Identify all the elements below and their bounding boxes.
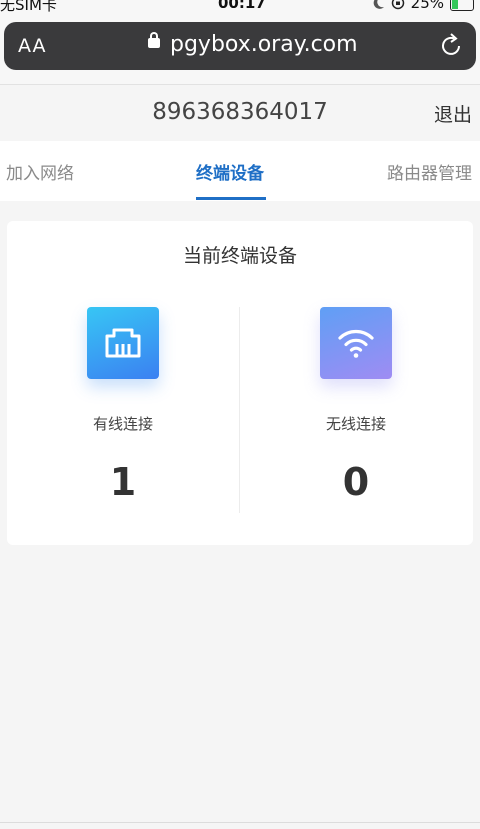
tab-bar: 加入网络 终端设备 路由器管理 (0, 141, 480, 201)
wifi-icon (320, 307, 392, 379)
lock-icon (148, 32, 160, 48)
moon-icon (373, 0, 384, 9)
carrier-label: 无SIM卡 (0, 0, 57, 14)
wired-count: 1 (109, 460, 137, 504)
devices-card: 当前终端设备 有线连接 1 无线连接 0 (7, 221, 473, 545)
ethernet-icon (87, 307, 159, 379)
clock: 00:17 (218, 0, 266, 12)
column-divider (239, 307, 240, 513)
wireless-count: 0 (342, 460, 370, 504)
reload-icon[interactable] (440, 32, 464, 58)
address-bar[interactable]: AA pgybox.oray.com (4, 22, 476, 70)
status-bar: 无SIM卡 00:17 25% (0, 0, 480, 14)
wireless-column: 无线连接 0 (256, 307, 456, 504)
battery-percent: 25% (410, 0, 444, 12)
tab-join-network[interactable]: 加入网络 (6, 159, 74, 184)
account-id: 896368364017 (152, 99, 328, 125)
browser-toolbar: AA pgybox.oray.com (0, 14, 480, 85)
wireless-label: 无线连接 (325, 415, 386, 433)
url-text[interactable]: pgybox.oray.com (170, 32, 358, 57)
active-tab-indicator (196, 197, 266, 200)
card-title: 当前终端设备 (182, 245, 297, 267)
bottom-divider (0, 822, 480, 823)
status-icons: 25% (373, 0, 474, 12)
logout-button[interactable]: 退出 (434, 100, 472, 127)
wired-column: 有线连接 1 (23, 307, 223, 504)
tab-devices[interactable]: 终端设备 (196, 159, 264, 184)
text-size-button[interactable]: AA (18, 35, 47, 57)
battery-icon (450, 0, 474, 11)
tab-router-management[interactable]: 路由器管理 (387, 159, 472, 184)
wired-label: 有线连接 (92, 415, 153, 433)
orientation-lock-icon (391, 0, 404, 10)
page-header: 896368364017 退出 (0, 85, 480, 141)
